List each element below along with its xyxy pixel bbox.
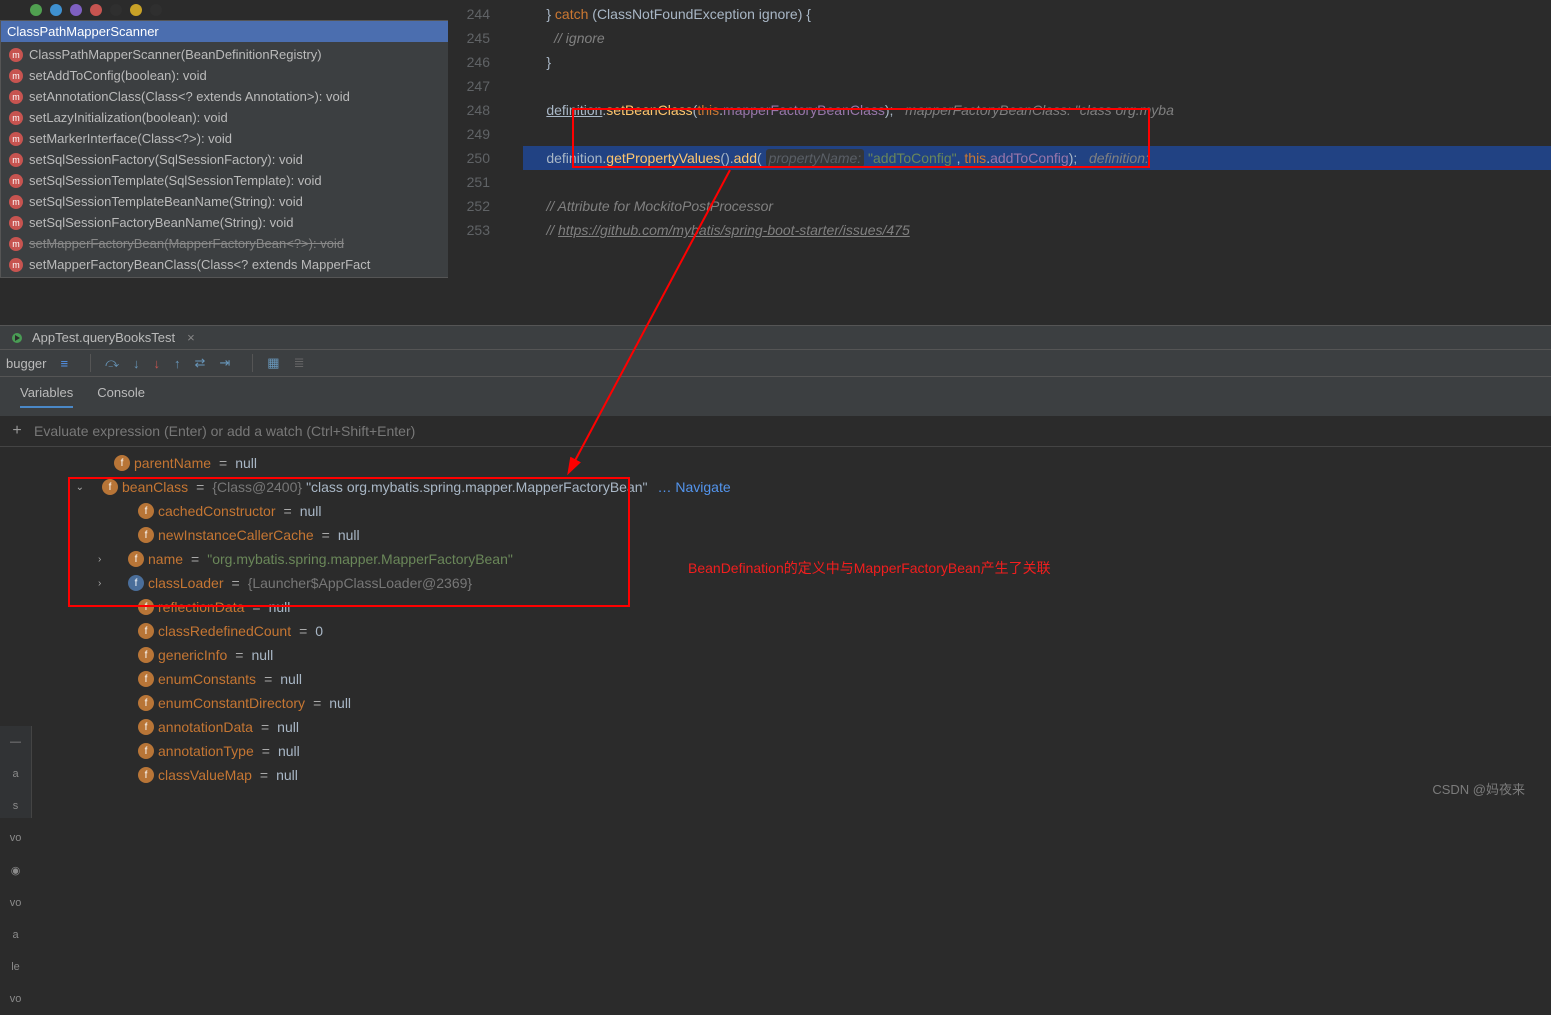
show-frames-icon[interactable]: ≡ bbox=[60, 356, 68, 371]
structure-item[interactable]: msetMapperFactoryBean(MapperFactoryBean<… bbox=[1, 233, 461, 254]
step-over-icon[interactable]: ⤼ bbox=[105, 355, 119, 371]
watermark: CSDN @妈夜来 bbox=[1432, 779, 1525, 798]
tool-icon[interactable]: a bbox=[0, 758, 31, 790]
variable-row[interactable]: f classRedefinedCount=0 bbox=[40, 619, 1551, 643]
step-into-icon[interactable]: ↓ bbox=[133, 356, 140, 371]
structure-item[interactable]: msetAddToConfig(boolean): void bbox=[1, 65, 461, 86]
tool-icon[interactable]: s bbox=[0, 790, 31, 822]
dot-icon bbox=[110, 4, 122, 16]
structure-item[interactable]: msetMapperFactoryBeanClass(Class<? exten… bbox=[1, 254, 461, 275]
variable-row[interactable]: f genericInfo=null bbox=[40, 643, 1551, 667]
more-icon[interactable]: ≣ bbox=[294, 355, 305, 371]
structure-item[interactable]: msetMarkerInterface(Class<?>): void bbox=[1, 128, 461, 149]
tool-icon[interactable]: le bbox=[0, 951, 31, 983]
editor-gutter: 244245246247248249250251252253 bbox=[448, 0, 508, 242]
method-icon: m bbox=[9, 69, 23, 83]
dot-icon bbox=[150, 4, 162, 16]
method-icon: m bbox=[9, 216, 23, 230]
debug-subtabs: Variables Console bbox=[0, 377, 1551, 416]
method-icon: m bbox=[9, 195, 23, 209]
method-icon: m bbox=[9, 90, 23, 104]
structure-list: mClassPathMapperScanner(BeanDefinitionRe… bbox=[1, 42, 461, 277]
structure-item[interactable]: mClassPathMapperScanner(BeanDefinitionRe… bbox=[1, 44, 461, 65]
drop-frame-icon[interactable]: ⇄ bbox=[194, 355, 205, 371]
structure-popup[interactable]: ClassPathMapperScanner mClassPathMapperS… bbox=[0, 20, 462, 278]
method-icon: m bbox=[9, 174, 23, 188]
tab-variables[interactable]: Variables bbox=[20, 385, 73, 408]
tool-icon[interactable]: vo bbox=[0, 983, 31, 1015]
debugger-toolbar: bugger ≡ ⤼ ↓ ↓ ↑ ⇄ ⇥ ▦ ≣ bbox=[0, 349, 1551, 377]
run-tab-label: AppTest.queryBooksTest bbox=[32, 330, 175, 345]
method-icon: m bbox=[9, 48, 23, 62]
method-icon: m bbox=[9, 132, 23, 146]
structure-item[interactable]: msetLazyInitialization(boolean): void bbox=[1, 107, 461, 128]
field-icon: f bbox=[138, 647, 154, 663]
tool-icon[interactable]: a bbox=[0, 919, 31, 951]
method-icon: m bbox=[9, 111, 23, 125]
variable-row[interactable]: f enumConstantDirectory=null bbox=[40, 691, 1551, 715]
dot-icon bbox=[70, 4, 82, 16]
variable-row[interactable]: f classValueMap=null bbox=[40, 763, 1551, 787]
left-toolstrip: — a s vo ◉ vo a le vo bbox=[0, 726, 32, 818]
highlight-box-vars bbox=[68, 477, 630, 607]
structure-item[interactable]: msetAnnotationClass(Class<? extends Anno… bbox=[1, 86, 461, 107]
structure-title: ClassPathMapperScanner bbox=[1, 21, 461, 42]
variable-row[interactable]: f enumConstants=null bbox=[40, 667, 1551, 691]
structure-item[interactable]: msetSqlSessionFactoryBeanName(String): v… bbox=[1, 212, 461, 233]
tool-icon[interactable]: vo bbox=[0, 887, 31, 919]
field-icon: f bbox=[114, 455, 130, 471]
method-icon: m bbox=[9, 258, 23, 272]
evaluate-expression-row[interactable]: + Evaluate expression (Enter) or add a w… bbox=[0, 416, 1551, 447]
tab-console[interactable]: Console bbox=[97, 385, 145, 408]
structure-item[interactable]: msetSqlSessionTemplateBeanName(String): … bbox=[1, 191, 461, 212]
add-watch-icon[interactable]: + bbox=[8, 422, 26, 440]
method-icon: m bbox=[9, 153, 23, 167]
dot-icon bbox=[90, 4, 102, 16]
run-tab[interactable]: AppTest.queryBooksTest × bbox=[0, 326, 1551, 349]
debugger-label: bugger bbox=[6, 356, 46, 371]
method-icon: m bbox=[9, 237, 23, 251]
tool-icon[interactable]: vo bbox=[0, 822, 31, 854]
collapse-icon[interactable]: — bbox=[0, 726, 31, 758]
dot-icon bbox=[50, 4, 62, 16]
run-to-cursor-icon[interactable]: ⇥ bbox=[219, 355, 230, 371]
test-icon bbox=[10, 331, 24, 345]
force-step-into-icon[interactable]: ↓ bbox=[153, 356, 160, 371]
evaluate-input-placeholder: Evaluate expression (Enter) or add a wat… bbox=[34, 423, 415, 439]
field-icon: f bbox=[138, 767, 154, 783]
annotation-text: BeanDefination的定义中与MapperFactoryBean产生了关… bbox=[688, 558, 1051, 578]
structure-item[interactable]: msetSqlSessionFactory(SqlSessionFactory)… bbox=[1, 149, 461, 170]
top-toolbar bbox=[0, 2, 162, 20]
field-icon: f bbox=[138, 695, 154, 711]
field-icon: f bbox=[138, 671, 154, 687]
evaluate-icon[interactable]: ▦ bbox=[267, 355, 279, 371]
eye-icon[interactable]: ◉ bbox=[0, 854, 31, 887]
step-out-icon[interactable]: ↑ bbox=[174, 356, 181, 371]
variable-row[interactable]: f annotationData=null bbox=[40, 715, 1551, 739]
variable-row[interactable]: f annotationType=null bbox=[40, 739, 1551, 763]
dot-icon bbox=[130, 4, 142, 16]
navigate-link[interactable]: … Navigate bbox=[657, 479, 730, 495]
field-icon: f bbox=[138, 719, 154, 735]
variable-row[interactable]: f parentName=null bbox=[40, 451, 1551, 475]
highlight-box bbox=[572, 108, 1150, 168]
close-icon[interactable]: × bbox=[187, 330, 195, 345]
field-icon: f bbox=[138, 743, 154, 759]
structure-item[interactable]: msetSqlSessionTemplate(SqlSessionTemplat… bbox=[1, 170, 461, 191]
field-icon: f bbox=[138, 623, 154, 639]
dot-icon bbox=[30, 4, 42, 16]
